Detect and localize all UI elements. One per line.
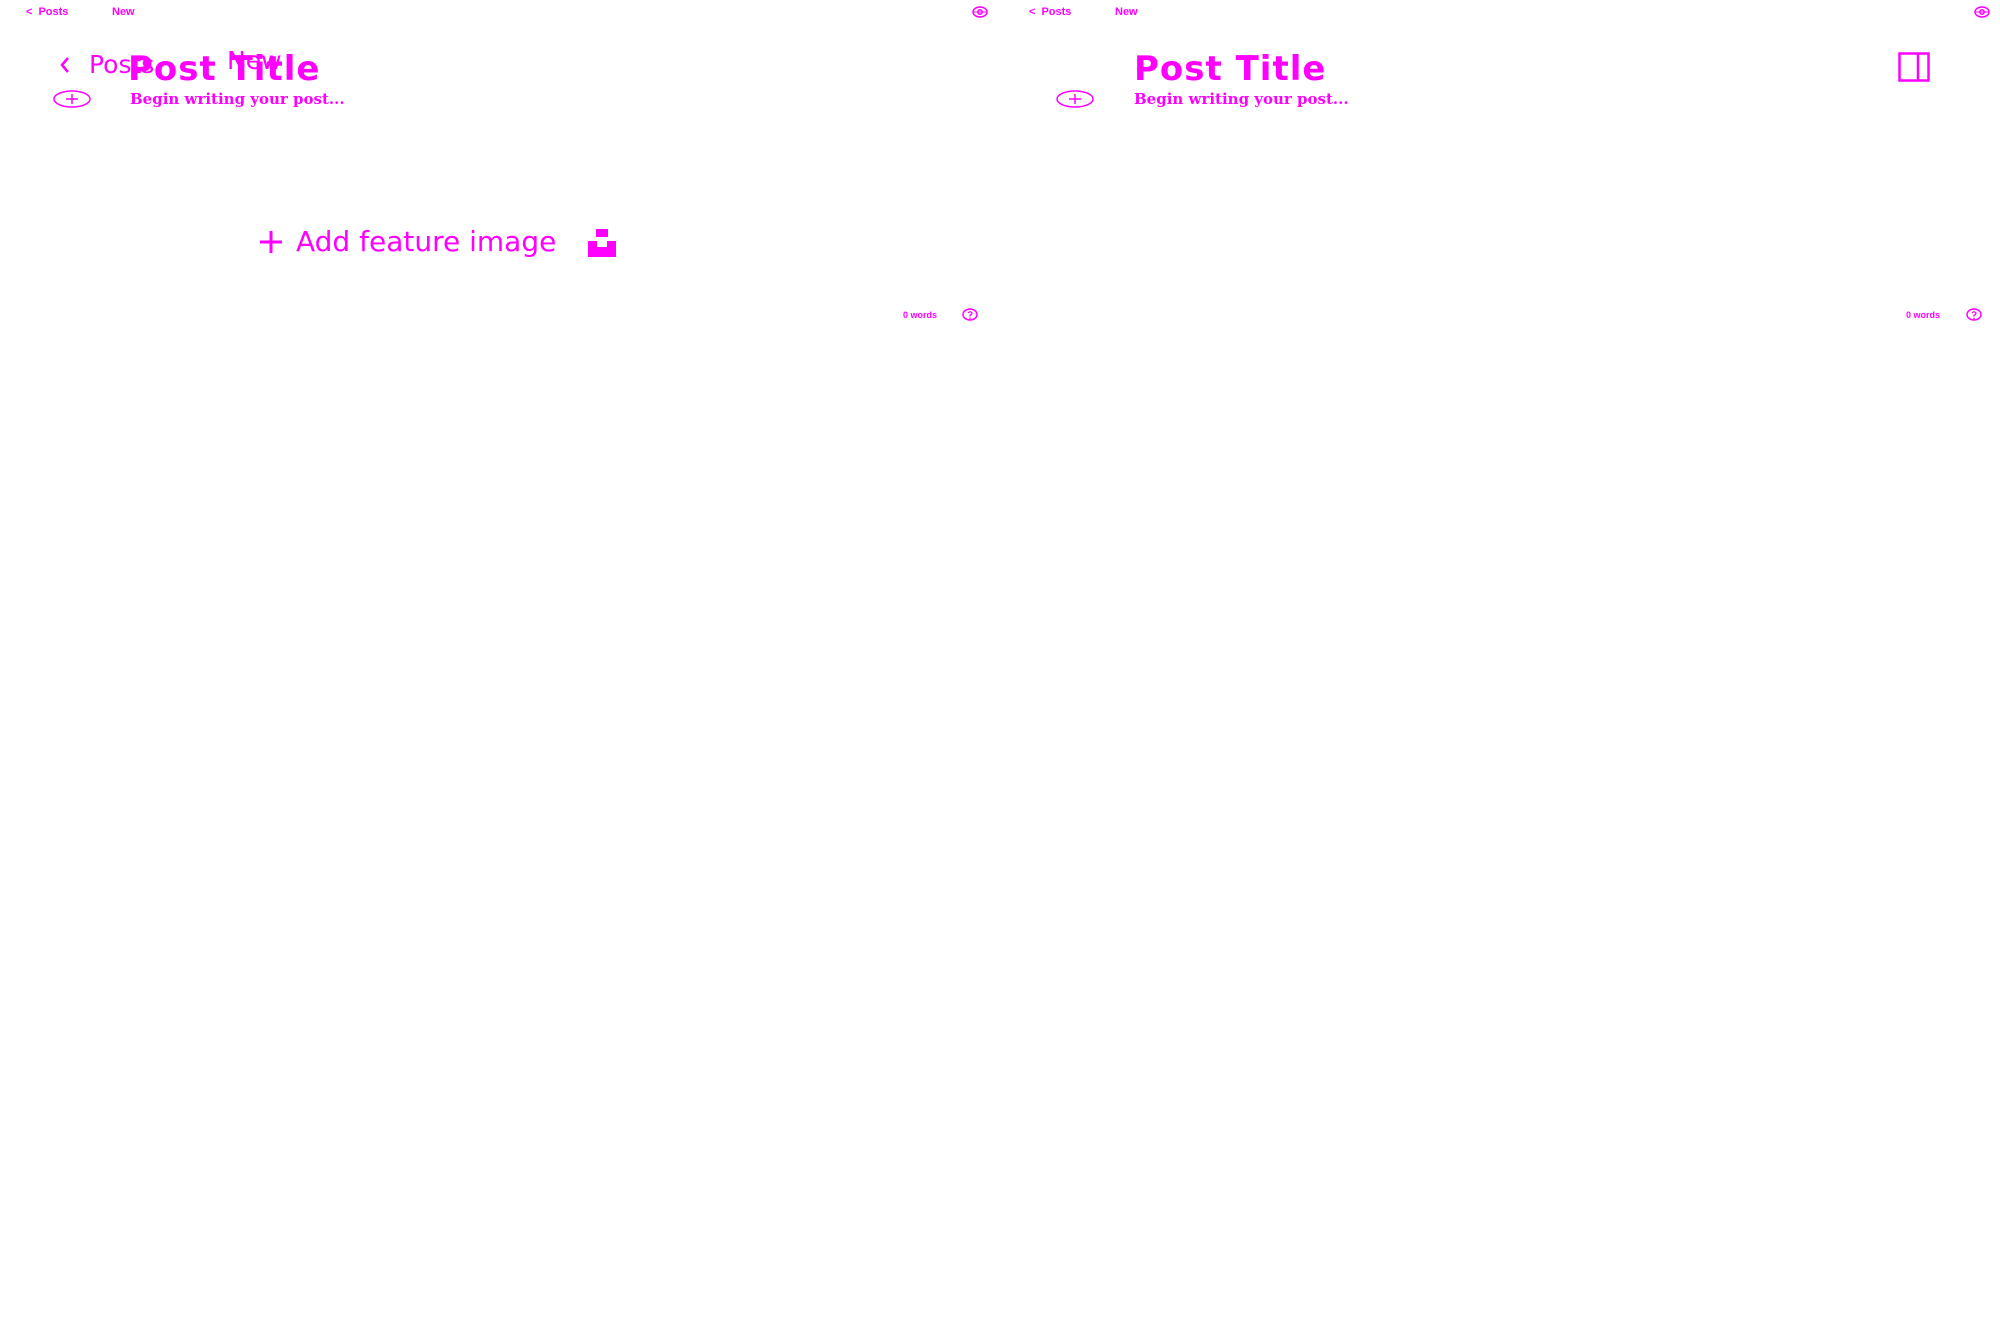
back-to-posts-label: Posts: [38, 6, 69, 18]
post-body-editor[interactable]: Begin writing your post...: [130, 90, 345, 108]
chevron-left-icon: <: [1029, 6, 1036, 18]
sidebar-toggle-icon[interactable]: [1898, 52, 1930, 82]
add-feature-image-label: Add feature image: [296, 225, 557, 258]
word-count: 0 words: [1906, 310, 1941, 320]
word-count: 0 words: [903, 310, 938, 320]
settings-icon[interactable]: [972, 5, 988, 19]
post-status-label: New: [112, 6, 135, 18]
plus-icon: [260, 231, 282, 253]
help-icon[interactable]: [962, 308, 978, 321]
help-icon[interactable]: [1966, 308, 1982, 321]
chevron-left-icon: [60, 57, 69, 73]
settings-icon[interactable]: [1974, 5, 1990, 19]
post-title-input[interactable]: Post Title: [128, 49, 320, 89]
plus-circle-icon[interactable]: [1056, 90, 1094, 108]
post-status-label: New: [1115, 6, 1138, 18]
chevron-left-icon: <: [26, 6, 33, 18]
back-to-posts-link[interactable]: < Posts: [1029, 5, 1071, 19]
unsplash-icon[interactable]: [588, 229, 616, 257]
plus-circle-icon[interactable]: [53, 90, 91, 108]
post-title-input[interactable]: Post Title: [1134, 49, 1326, 89]
back-to-posts-label: Posts: [1041, 6, 1072, 18]
post-body-editor[interactable]: Begin writing your post...: [1134, 90, 1349, 108]
back-to-posts-link[interactable]: < Posts: [26, 5, 68, 19]
